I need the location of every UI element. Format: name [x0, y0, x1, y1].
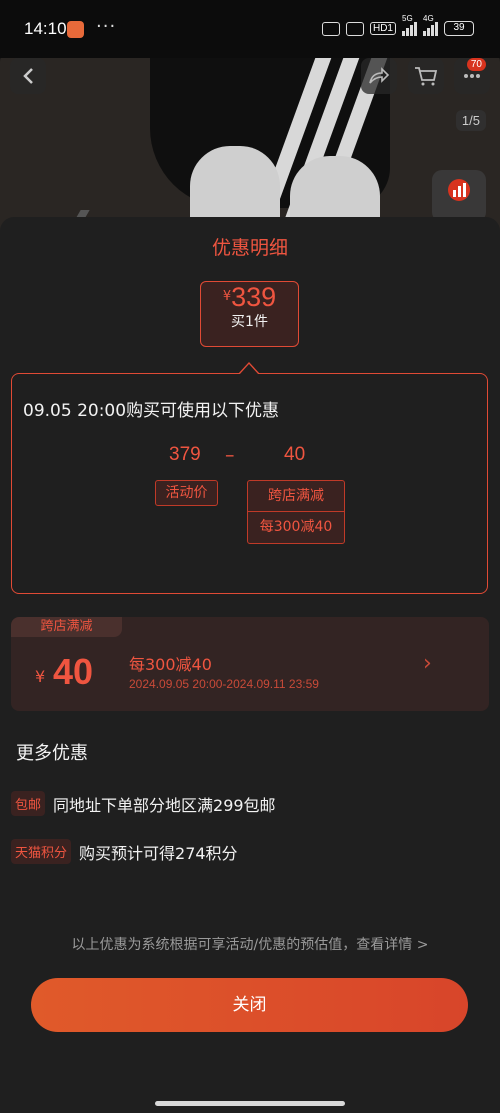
- hd-network-label: HD1: [369, 22, 396, 35]
- share-button[interactable]: [361, 58, 397, 94]
- chevron-left-icon: [23, 68, 33, 84]
- chevron-right-icon[interactable]: ›: [423, 651, 432, 676]
- price-amount: 339: [231, 282, 277, 312]
- coupon-card[interactable]: 跨店满减 ¥ 40 每300减40 2024.09.05 20:00-2024.…: [11, 617, 489, 711]
- promo-text: 购买预计可得274积分: [79, 843, 238, 863]
- headphones-icon: [321, 21, 340, 36]
- coupon-amount: 40: [53, 651, 94, 692]
- more-promotions-title: 更多优惠: [16, 743, 88, 764]
- image-page-indicator: 1/5: [455, 110, 486, 131]
- battery-icon: 39: [444, 21, 474, 36]
- detail-heading: 09.05 20:00购买可使用以下优惠: [23, 401, 280, 421]
- signal-5g-label: 5G: [402, 13, 413, 23]
- promo-tag: 天猫积分: [11, 839, 72, 864]
- bar-chart-icon: [448, 179, 470, 201]
- discount-value: 40: [284, 444, 306, 465]
- discount-detail-sheet: 优惠明细 ¥339 买1件 09.05 20:00购买可使用以下优惠 379 –…: [0, 217, 500, 1113]
- status-indicators: HD1 5G 4G 39: [321, 14, 474, 36]
- signal-5g-icon: 5G: [402, 14, 417, 36]
- base-price-value: 379: [169, 444, 201, 465]
- promo-tag: 包邮: [11, 791, 46, 816]
- minus-operator: –: [225, 444, 235, 466]
- mute-icon: [345, 21, 364, 36]
- promo-text: 同地址下单部分地区满299包邮: [53, 795, 276, 815]
- share-icon: [369, 67, 390, 84]
- coupon-rule: 每300减40: [129, 655, 212, 674]
- status-time: 14:10: [24, 19, 67, 38]
- promo-item-points: 天猫积分 购买预计可得274积分: [11, 839, 238, 864]
- base-price-label: 活动价: [155, 480, 218, 506]
- cart-icon: [415, 67, 438, 86]
- discount-label-type: 跨店满减: [268, 488, 324, 504]
- app-notification-icon: [67, 21, 84, 38]
- close-button[interactable]: 关闭: [31, 978, 468, 1032]
- discount-calc-card: 09.05 20:00购买可使用以下优惠 379 – 40 活动价 跨店满减 每…: [11, 373, 488, 594]
- view-details-link[interactable]: 以上优惠为系统根据可享活动/优惠的预估值，查看详情 >: [0, 934, 500, 954]
- status-bar: 14:10 ··· HD1 5G 4G 39: [0, 0, 500, 58]
- cart-button[interactable]: [408, 58, 444, 94]
- sheet-title: 优惠明细: [211, 237, 288, 259]
- cart-count-badge: 70: [466, 58, 486, 71]
- back-button[interactable]: [10, 58, 46, 94]
- signal-4g-label: 4G: [423, 13, 434, 23]
- more-notifications-icon: ···: [96, 16, 117, 37]
- coupon-currency: ¥: [35, 667, 46, 686]
- price-currency: ¥: [222, 289, 232, 304]
- selected-price-box: ¥339 买1件: [200, 281, 299, 347]
- signal-4g-icon: 4G: [423, 14, 438, 36]
- coupon-validity: 2024.09.05 20:00-2024.09.11 23:59: [129, 677, 319, 691]
- promo-item-free-shipping: 包邮 同地址下单部分地区满299包邮: [11, 791, 276, 816]
- callout-pointer-inner: [239, 364, 259, 375]
- discount-label-rule: 每300减40: [248, 511, 344, 541]
- data-chart-button[interactable]: [432, 170, 486, 222]
- discount-label-box: 跨店满减 每300减40: [247, 480, 345, 544]
- home-indicator[interactable]: [155, 1101, 345, 1106]
- coupon-type-tag: 跨店满减: [11, 617, 122, 637]
- price-quantity: 买1件: [231, 314, 268, 330]
